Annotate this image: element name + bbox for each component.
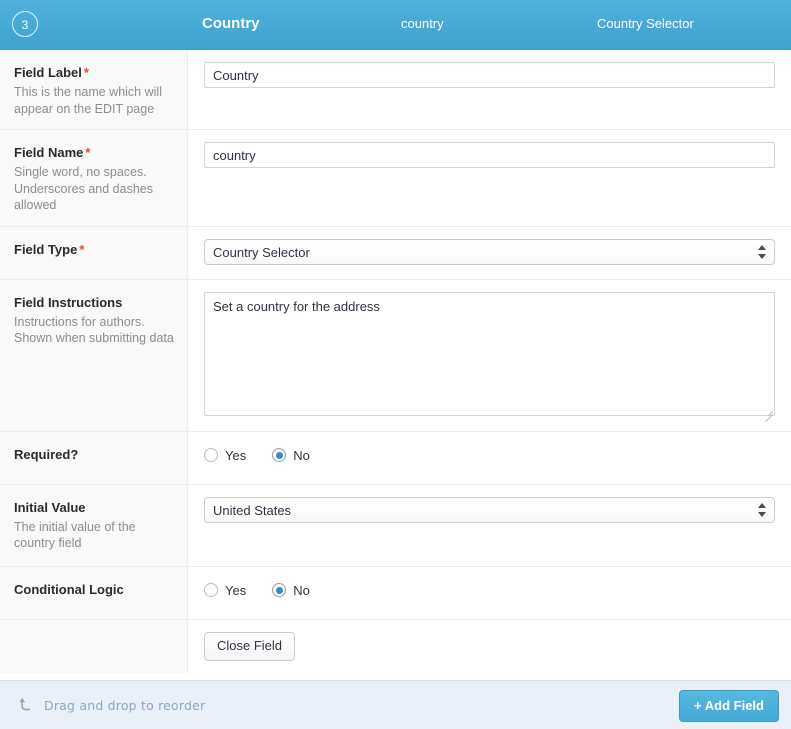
row-actions: Close Field <box>0 620 791 673</box>
field-label-input[interactable] <box>204 62 775 88</box>
required-asterisk-icon: * <box>85 145 90 160</box>
field-settings-rows: Field Label* This is the name which will… <box>0 50 791 680</box>
field-name-title-text: Field Name <box>14 145 83 160</box>
row-conditional-logic: Conditional Logic Yes No <box>0 567 791 620</box>
conditional-logic-radio-yes-label: Yes <box>225 583 246 598</box>
field-header-bar[interactable]: 3 Country country Country Selector <box>0 0 791 50</box>
radio-unchecked-icon[interactable] <box>204 583 218 597</box>
initial-value-select-wrap: United States <box>204 497 775 523</box>
required-radio-yes[interactable]: Yes <box>204 448 246 463</box>
row-field-name-controlcell <box>188 130 791 226</box>
row-initial-value-labelcell: Initial Value The initial value of the c… <box>0 485 188 566</box>
header-field-label: Country <box>202 0 260 50</box>
field-instructions-description: Instructions for authors. Shown when sub… <box>14 314 175 347</box>
field-type-select[interactable]: Country Selector <box>204 239 775 265</box>
field-instructions-textarea[interactable]: Set a country for the address <box>204 292 775 416</box>
row-field-type-controlcell: Country Selector <box>188 227 791 279</box>
conditional-logic-radio-no[interactable]: No <box>272 583 310 598</box>
row-actions-controlcell: Close Field <box>188 620 791 673</box>
field-settings-panel: 3 Country country Country Selector Field… <box>0 0 791 729</box>
conditional-logic-title: Conditional Logic <box>14 581 175 598</box>
row-field-instructions-labelcell: Field Instructions Instructions for auth… <box>0 280 188 431</box>
radio-unchecked-icon[interactable] <box>204 448 218 462</box>
required-radio-yes-label: Yes <box>225 448 246 463</box>
required-radio-no[interactable]: No <box>272 448 310 463</box>
field-name-input[interactable] <box>204 142 775 168</box>
required-radio-group: Yes No <box>204 444 775 463</box>
row-field-instructions-controlcell: Set a country for the address <box>188 280 791 431</box>
initial-value-select[interactable]: United States <box>204 497 775 523</box>
required-asterisk-icon: * <box>84 65 89 80</box>
field-type-title-text: Field Type <box>14 242 77 257</box>
field-label-description: This is the name which will appear on th… <box>14 84 175 117</box>
row-field-name-labelcell: Field Name* Single word, no spaces. Unde… <box>0 130 188 226</box>
row-field-label-labelcell: Field Label* This is the name which will… <box>0 50 188 129</box>
row-field-type: Field Type* Country Selector <box>0 227 791 280</box>
row-initial-value-controlcell: United States <box>188 485 791 566</box>
field-label-title: Field Label* <box>14 64 175 81</box>
row-initial-value: Initial Value The initial value of the c… <box>0 485 791 567</box>
field-instructions-title: Field Instructions <box>14 294 175 311</box>
field-instructions-textarea-wrap: Set a country for the address <box>204 292 775 419</box>
row-field-type-labelcell: Field Type* <box>0 227 188 279</box>
conditional-logic-radio-no-label: No <box>293 583 310 598</box>
row-conditional-logic-labelcell: Conditional Logic <box>0 567 188 619</box>
row-conditional-logic-controlcell: Yes No <box>188 567 791 619</box>
conditional-logic-radio-yes[interactable]: Yes <box>204 583 246 598</box>
curved-arrow-icon <box>18 696 36 714</box>
field-order-badge: 3 <box>12 11 38 37</box>
row-field-label: Field Label* This is the name which will… <box>0 50 791 130</box>
row-required-labelcell: Required? <box>0 432 188 484</box>
row-field-instructions: Field Instructions Instructions for auth… <box>0 280 791 432</box>
row-required: Required? Yes No <box>0 432 791 485</box>
row-field-label-controlcell <box>188 50 791 129</box>
row-required-controlcell: Yes No <box>188 432 791 484</box>
required-title: Required? <box>14 446 175 463</box>
required-radio-no-label: No <box>293 448 310 463</box>
initial-value-title: Initial Value <box>14 499 175 516</box>
required-asterisk-icon: * <box>79 242 84 257</box>
header-field-name: country <box>401 0 444 50</box>
field-type-select-wrap: Country Selector <box>204 239 775 265</box>
field-name-title: Field Name* <box>14 144 175 161</box>
drag-reorder-label: Drag and drop to reorder <box>44 698 205 713</box>
initial-value-description: The initial value of the country field <box>14 519 175 552</box>
panel-footer: Drag and drop to reorder + Add Field <box>0 680 791 729</box>
field-name-description: Single word, no spaces. Underscores and … <box>14 164 175 214</box>
header-field-type: Country Selector <box>597 0 694 50</box>
radio-checked-icon[interactable] <box>272 448 286 462</box>
add-field-button[interactable]: + Add Field <box>679 690 779 722</box>
drag-reorder-hint[interactable]: Drag and drop to reorder <box>0 696 205 714</box>
close-field-button[interactable]: Close Field <box>204 632 295 661</box>
row-field-name: Field Name* Single word, no spaces. Unde… <box>0 130 791 227</box>
field-label-title-text: Field Label <box>14 65 82 80</box>
row-actions-labelcell <box>0 620 188 673</box>
conditional-logic-radio-group: Yes No <box>204 579 775 598</box>
field-type-title: Field Type* <box>14 241 175 258</box>
radio-checked-icon[interactable] <box>272 583 286 597</box>
